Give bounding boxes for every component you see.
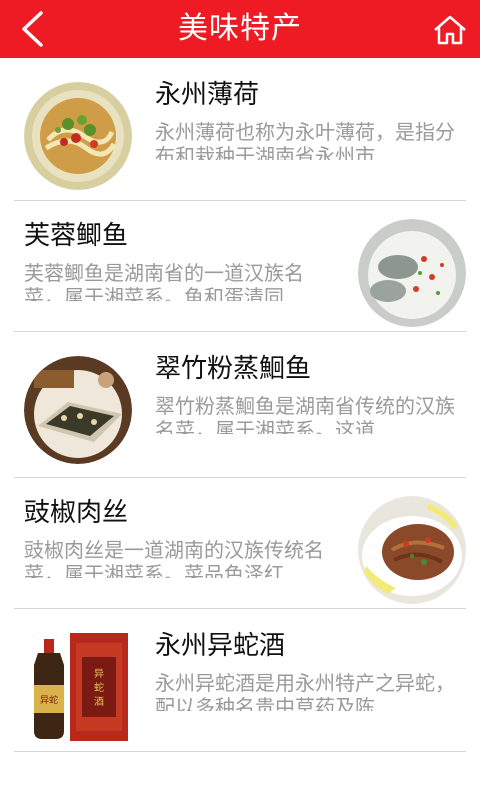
top-bar: 美味特产 — [0, 0, 480, 58]
specialty-list: 永州薄荷 永州薄荷也称为永叶薄荷，是指分布和栽种于湖南省永州市 芙蓉鲫鱼 芙蓉鲫… — [0, 58, 480, 752]
item-description: 永州薄荷也称为永叶薄荷，是指分布和栽种于湖南省永州市 — [155, 120, 455, 160]
item-description: 芙蓉鲫鱼是湖南省的一道汉族名菜，属于湘菜系。鱼和蛋清同 — [24, 261, 304, 301]
item-title: 翠竹粉蒸鮰鱼 — [155, 354, 312, 384]
page-title: 美味特产 — [178, 11, 302, 46]
item-title: 豉椒肉丝 — [24, 498, 129, 528]
list-item[interactable]: 芙蓉鲫鱼 芙蓉鲫鱼是湖南省的一道汉族名菜，属于湘菜系。鱼和蛋清同 — [14, 201, 466, 332]
list-item[interactable]: 翠竹粉蒸鮰鱼 翠竹粉蒸鮰鱼是湖南省传统的汉族名菜，属于湘菜系。这道 — [14, 332, 466, 478]
svg-text:蛇: 蛇 — [94, 681, 104, 694]
list-item[interactable]: 异 蛇 酒 异蛇 永州异蛇酒 永州异蛇酒是用永州特产之异蛇，配以多种名贵中草药及… — [14, 609, 466, 752]
steamed-catfish-image — [24, 356, 132, 464]
item-title: 芙蓉鲫鱼 — [24, 221, 129, 251]
home-icon — [434, 15, 466, 45]
item-description: 翠竹粉蒸鮰鱼是湖南省传统的汉族名菜，属于湘菜系。这道 — [155, 394, 455, 434]
item-title: 永州异蛇酒 — [155, 631, 286, 661]
svg-text:异蛇: 异蛇 — [40, 694, 58, 706]
list-item[interactable]: 豉椒肉丝 豉椒肉丝是一道湖南的汉族传统名菜，属于湘菜系。菜品色泽红 — [14, 478, 466, 609]
snake-wine-bottle-image: 异 蛇 酒 异蛇 — [24, 633, 132, 741]
noodle-soup-image — [24, 82, 132, 190]
shredded-pork-image — [358, 496, 466, 604]
steamed-fish-egg-image — [358, 219, 466, 327]
svg-text:异: 异 — [94, 668, 104, 680]
item-title: 永州薄荷 — [155, 80, 260, 110]
item-description: 豉椒肉丝是一道湖南的汉族传统名菜，属于湘菜系。菜品色泽红 — [24, 538, 324, 578]
svg-text:酒: 酒 — [94, 696, 104, 708]
list-item[interactable]: 永州薄荷 永州薄荷也称为永叶薄荷，是指分布和栽种于湖南省永州市 — [14, 58, 466, 201]
item-description: 永州异蛇酒是用永州特产之异蛇，配以多种名贵中草药及陈 — [155, 671, 455, 711]
home-button[interactable] — [430, 10, 470, 50]
